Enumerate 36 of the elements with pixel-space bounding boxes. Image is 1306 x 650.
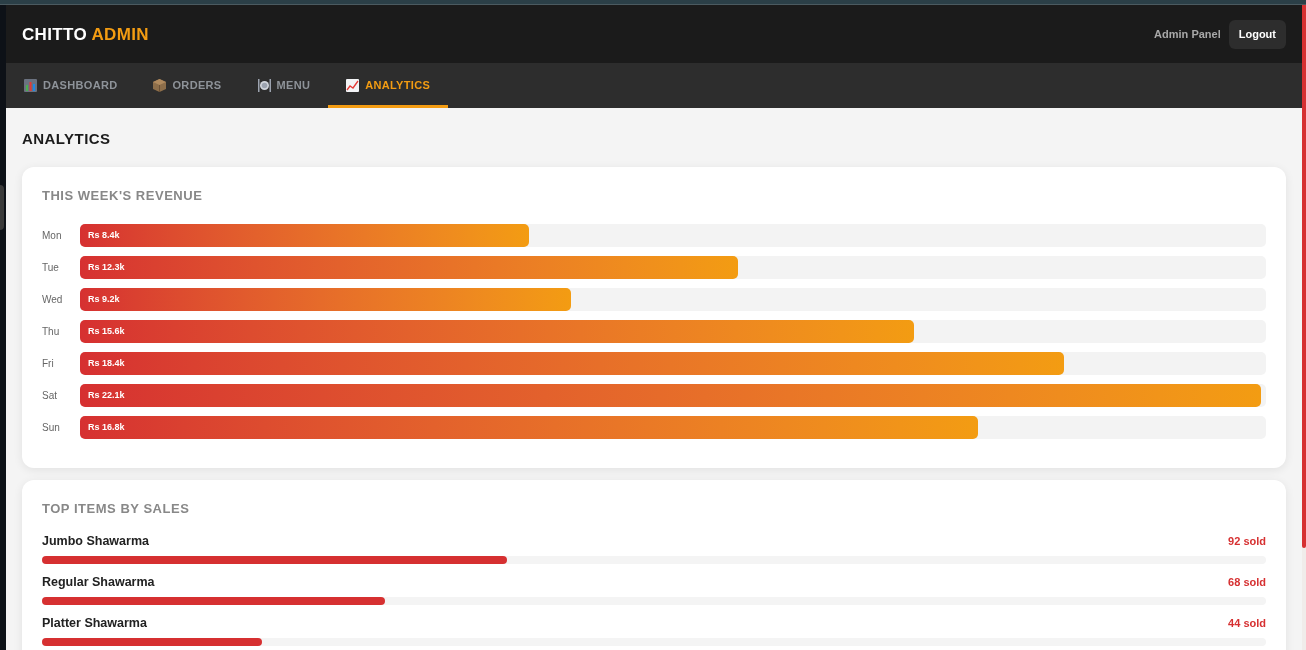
line-chart-icon [346,79,360,92]
logout-button[interactable]: Logout [1228,19,1286,49]
day-label: Sun [42,421,61,435]
bar-value-label: Rs 22.1k [88,388,125,402]
box-icon [153,79,167,92]
item-name: Jumbo Shawarma [42,533,149,550]
admin-panel-caption: Admin Panel [1154,26,1221,42]
page-title: ANALYTICS [22,129,111,149]
bar-value-label: Rs 12.3k [88,260,125,274]
day-label: Thu [42,325,61,339]
nav-tab[interactable]: ANALYTICS [328,63,449,108]
day-label: Fri [42,357,55,371]
day-label: Mon [42,229,63,243]
card-title: THIS WEEK'S REVENUE [42,187,204,205]
item-name: Platter Shawarma [42,615,147,632]
day-label: Sat [42,389,58,403]
item-name: Regular Shawarma [42,574,155,591]
bar-value-label: Rs 18.4k [88,356,125,370]
bar-value-label: Rs 8.4k [88,228,120,242]
scrollbar-thumb[interactable] [1302,5,1306,548]
bar-value-label: Rs 9.2k [88,292,120,306]
sold-count: 92 sold [1228,534,1266,549]
card-title: TOP ITEMS BY SALES [42,500,191,518]
bar-chart-icon [24,79,37,92]
sold-count: 68 sold [1228,575,1266,590]
sold-count: 44 sold [1228,616,1266,631]
nav-tab[interactable]: MENU [239,63,329,108]
bar-value-label: Rs 16.8k [88,420,125,434]
nav-tab[interactable]: ORDERS [135,63,240,108]
plate-icon [257,79,271,92]
brand-logo: CHITTO ADMIN [22,25,149,43]
nav-tab[interactable]: DASHBOARD [6,63,136,108]
day-label: Tue [42,261,60,275]
edge-handle[interactable] [0,185,4,230]
day-label: Wed [42,293,64,307]
bar-value-label: Rs 15.6k [88,324,125,338]
